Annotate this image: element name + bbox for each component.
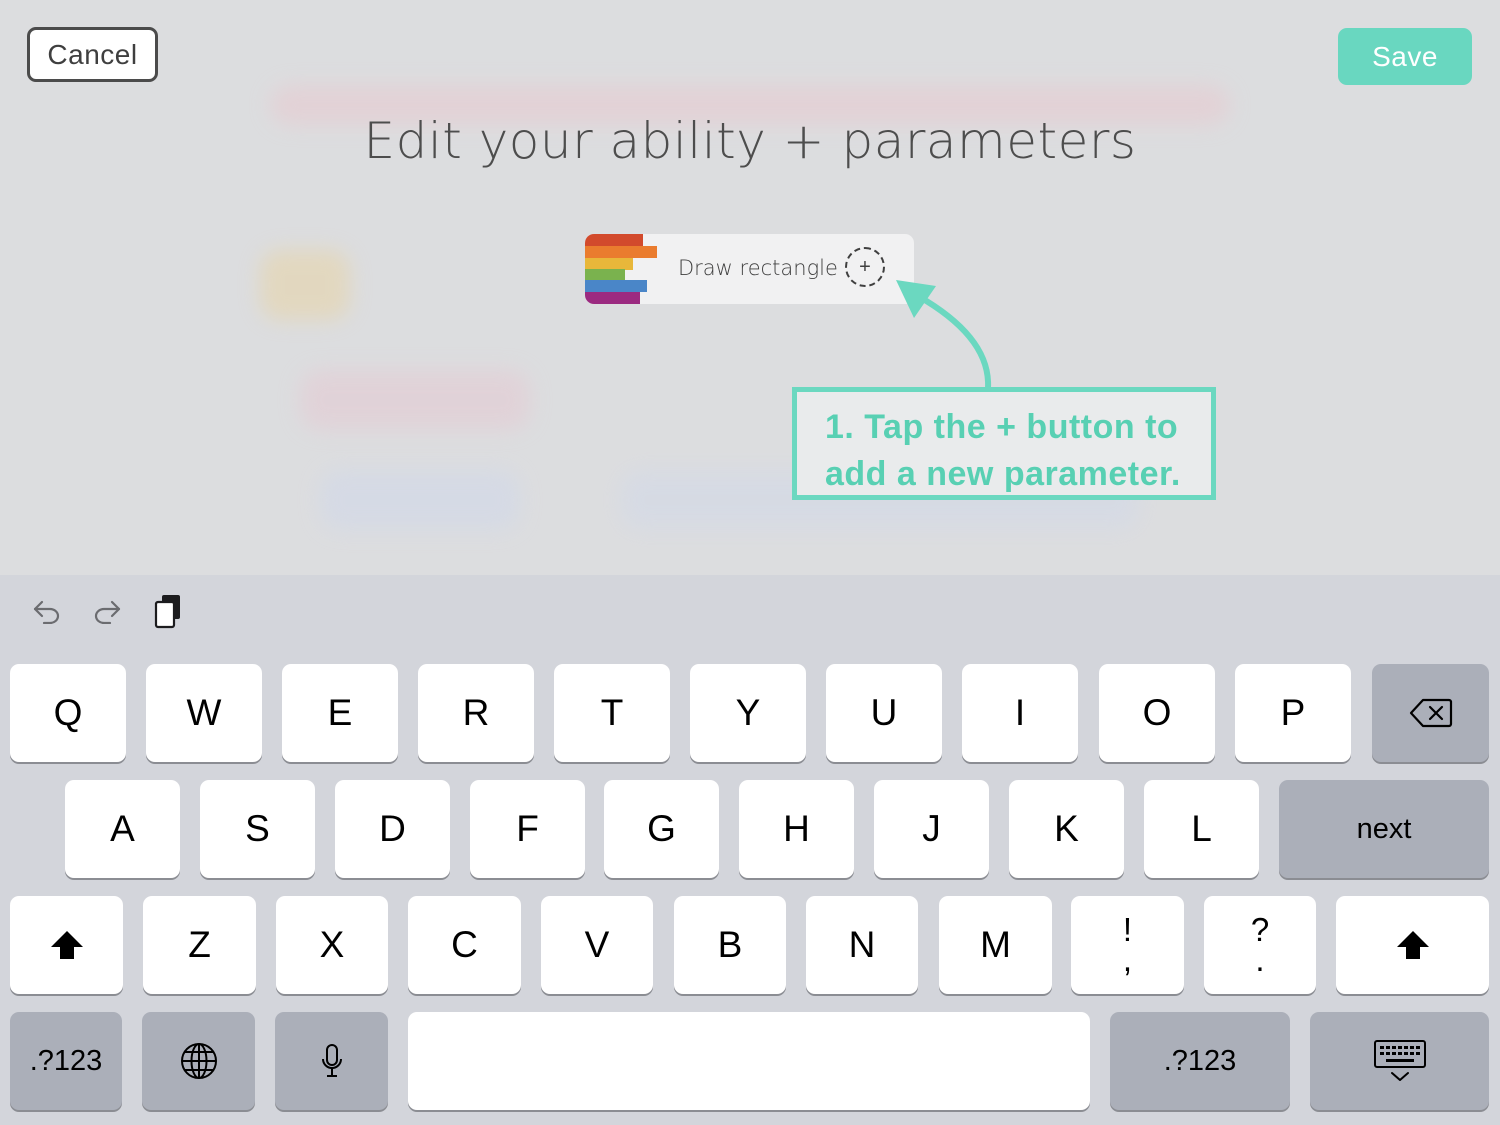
editor-area: Cancel Save Edit your ability + paramete… [0,0,1500,575]
key-c[interactable]: C [408,896,521,994]
shift-key-right[interactable] [1336,896,1489,994]
tip-line-1: 1. Tap the + button to [825,408,1179,446]
ability-block[interactable]: Draw rectangle + [585,234,914,304]
key-a[interactable]: A [65,780,180,878]
key-x[interactable]: X [276,896,388,994]
key-r[interactable]: R [418,664,534,762]
key-n[interactable]: N [806,896,918,994]
page-title: Edit your ability + parameters [363,112,1137,170]
keyboard-dismiss-icon [1373,1040,1426,1081]
stripe [585,280,647,292]
backspace-icon [1409,698,1452,728]
microphone-key[interactable] [275,1012,388,1110]
clipboard-icon[interactable] [150,593,186,629]
key-k[interactable]: K [1009,780,1124,878]
key-p[interactable]: P [1235,664,1351,762]
shift-key-left[interactable] [10,896,123,994]
key-m[interactable]: M [939,896,1052,994]
globe-icon [180,1043,217,1079]
numbers-key-right[interactable]: .?123 [1110,1012,1290,1110]
ability-label: Draw rectangle [678,256,838,280]
dismiss-keyboard-key[interactable] [1310,1012,1489,1110]
rainbow-stripes-icon [585,234,657,304]
key-g[interactable]: G [604,780,719,878]
tip-line-2: add a new parameter. [825,455,1181,493]
key-exclamation-comma[interactable]: ! , [1071,896,1184,994]
stripe [585,234,643,246]
key-f[interactable]: F [470,780,585,878]
shift-icon [1396,931,1429,959]
globe-key[interactable] [142,1012,255,1110]
key-l[interactable]: L [1144,780,1259,878]
backspace-key[interactable] [1372,664,1489,762]
key-e[interactable]: E [282,664,398,762]
key-q[interactable]: Q [10,664,126,762]
microphone-icon [321,1044,342,1077]
tip-arrow-icon [896,280,992,391]
tip-callout: 1. Tap the + button to add a new paramet… [792,387,1216,500]
undo-icon[interactable] [29,593,65,629]
key-j[interactable]: J [874,780,989,878]
numbers-key-left[interactable]: .?123 [10,1012,122,1110]
key-h[interactable]: H [739,780,854,878]
key-o[interactable]: O [1099,664,1215,762]
add-parameter-button[interactable]: + [845,247,885,287]
plus-icon: + [859,255,871,278]
key-d[interactable]: D [335,780,450,878]
blurred-background-card [300,370,530,430]
key-bottom-char: . [1255,941,1265,978]
key-i[interactable]: I [962,664,1078,762]
key-bottom-char: , [1122,941,1133,978]
key-t[interactable]: T [554,664,670,762]
cancel-button[interactable]: Cancel [27,27,158,82]
key-question-period[interactable]: ? . [1204,896,1316,994]
key-w[interactable]: W [146,664,262,762]
key-u[interactable]: U [826,664,942,762]
stripe [585,292,640,304]
next-key[interactable]: next [1279,780,1489,878]
redo-icon[interactable] [89,593,125,629]
key-y[interactable]: Y [690,664,806,762]
space-key[interactable] [408,1012,1090,1110]
key-z[interactable]: Z [143,896,256,994]
shift-icon [50,931,83,959]
key-v[interactable]: V [541,896,653,994]
blurred-background-sprite [260,250,350,320]
stripe [585,246,657,258]
key-s[interactable]: S [200,780,315,878]
save-button[interactable]: Save [1338,28,1472,85]
on-screen-keyboard: Q W E R T Y U I O P A S D F G H J K L ne… [0,575,1500,1125]
blurred-background-card [320,470,520,530]
key-b[interactable]: B [674,896,786,994]
